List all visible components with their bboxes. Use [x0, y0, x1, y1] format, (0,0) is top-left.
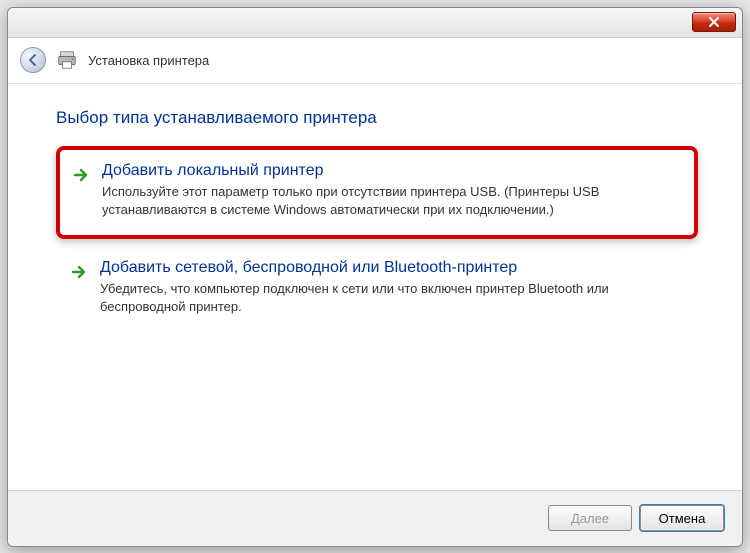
back-button[interactable] [20, 47, 46, 73]
back-arrow-icon [26, 53, 40, 67]
next-button: Далее [548, 505, 632, 531]
close-button[interactable] [692, 12, 736, 32]
option-add-network-printer[interactable]: Добавить сетевой, беспроводной или Bluet… [56, 245, 698, 330]
titlebar [8, 8, 742, 38]
option-title: Добавить локальный принтер [102, 162, 678, 180]
wizard-window: Установка принтера Выбор типа устанавлив… [7, 7, 743, 547]
wizard-footer: Далее Отмена [8, 490, 742, 546]
page-heading: Выбор типа устанавливаемого принтера [56, 108, 698, 128]
cancel-button[interactable]: Отмена [640, 505, 724, 531]
option-description: Убедитесь, что компьютер подключен к сет… [100, 280, 680, 316]
wizard-content: Выбор типа устанавливаемого принтера Доб… [8, 84, 742, 490]
option-description: Используйте этот параметр только при отс… [102, 183, 678, 219]
arrow-right-icon [70, 263, 88, 281]
close-icon [708, 16, 720, 28]
option-title: Добавить сетевой, беспроводной или Bluet… [100, 259, 680, 277]
wizard-title: Установка принтера [88, 53, 209, 68]
printer-icon [56, 49, 78, 71]
wizard-header: Установка принтера [8, 38, 742, 84]
option-add-local-printer[interactable]: Добавить локальный принтер Используйте э… [56, 146, 698, 239]
arrow-right-icon [72, 166, 90, 184]
